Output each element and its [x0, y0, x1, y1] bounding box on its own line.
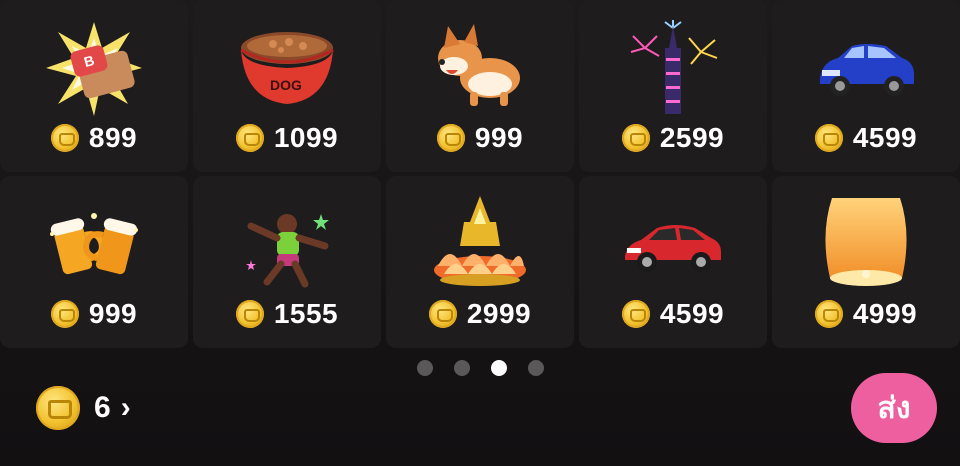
price-value: 999 — [474, 122, 524, 153]
sky-lantern-icon — [816, 194, 916, 294]
golden-lotus-krathong-icon — [430, 194, 530, 294]
gift-item-dancer[interactable]: 1555 — [193, 176, 381, 348]
price-tag: 4599 — [579, 294, 767, 334]
price-value: 4999 — [852, 298, 918, 329]
price-value: 999 — [88, 298, 138, 329]
price-tag: 2599 — [579, 118, 767, 158]
blue-sports-car-icon — [816, 18, 916, 118]
price-tag: 4599 — [772, 118, 960, 158]
price-tag: 1099 — [193, 118, 381, 158]
coin-icon — [428, 300, 457, 328]
page-indicator — [0, 360, 960, 376]
price-value: 4599 — [659, 298, 725, 329]
balance-value: 6 — [94, 391, 111, 424]
send-button[interactable]: ส่ง — [851, 373, 937, 443]
corgi-dog-icon — [430, 18, 530, 118]
coin-icon — [621, 124, 650, 152]
coin-icon — [50, 300, 79, 328]
coin-balance[interactable]: 6 › — [36, 386, 131, 430]
beer-mugs-icon — [44, 194, 144, 294]
tower-fireworks-icon — [623, 18, 723, 118]
coin-icon — [814, 124, 843, 152]
gift-item-punch[interactable]: B 899 — [0, 0, 188, 172]
chevron-right-icon: › — [120, 391, 131, 424]
gift-item-red-car[interactable]: 4599 — [579, 176, 767, 348]
punch-gift-icon: B — [44, 18, 144, 118]
coin-icon — [621, 300, 650, 328]
gift-item-beer[interactable]: 999 — [0, 176, 188, 348]
page-dot[interactable] — [416, 360, 433, 376]
red-sports-car-icon — [623, 194, 723, 294]
coin-icon — [50, 124, 79, 152]
gift-grid: B 899 DOG 1099 999 2599 4599 999 1555 29… — [0, 0, 960, 352]
gift-item-lantern[interactable]: 4999 — [772, 176, 960, 348]
price-tag: 999 — [386, 118, 574, 158]
price-value: 2599 — [659, 122, 725, 153]
price-value: 1099 — [273, 122, 339, 153]
coin-icon — [814, 300, 843, 328]
coin-icon — [235, 300, 264, 328]
page-dot-active[interactable] — [490, 360, 507, 376]
price-tag: 2999 — [386, 294, 574, 334]
dancing-man-icon — [237, 194, 337, 294]
price-tag: 1555 — [193, 294, 381, 334]
price-tag: 999 — [0, 294, 188, 334]
price-tag: 4999 — [772, 294, 960, 334]
price-value: 2999 — [466, 298, 532, 329]
coin-icon — [235, 124, 264, 152]
gift-item-dog-bowl[interactable]: DOG 1099 — [193, 0, 381, 172]
gift-item-blue-car[interactable]: 4599 — [772, 0, 960, 172]
bowl-label: DOG — [270, 77, 302, 93]
price-value: 899 — [88, 122, 138, 153]
page-dot[interactable] — [453, 360, 470, 376]
coin-icon — [36, 386, 80, 430]
page-dot[interactable] — [527, 360, 544, 376]
gift-item-corgi[interactable]: 999 — [386, 0, 574, 172]
price-value: 4599 — [852, 122, 918, 153]
dog-food-bowl-icon: DOG — [237, 18, 337, 118]
coin-icon — [436, 124, 465, 152]
gift-item-krathong[interactable]: 2999 — [386, 176, 574, 348]
gift-item-tower-fireworks[interactable]: 2599 — [579, 0, 767, 172]
price-tag: 899 — [0, 118, 188, 158]
price-value: 1555 — [273, 298, 339, 329]
